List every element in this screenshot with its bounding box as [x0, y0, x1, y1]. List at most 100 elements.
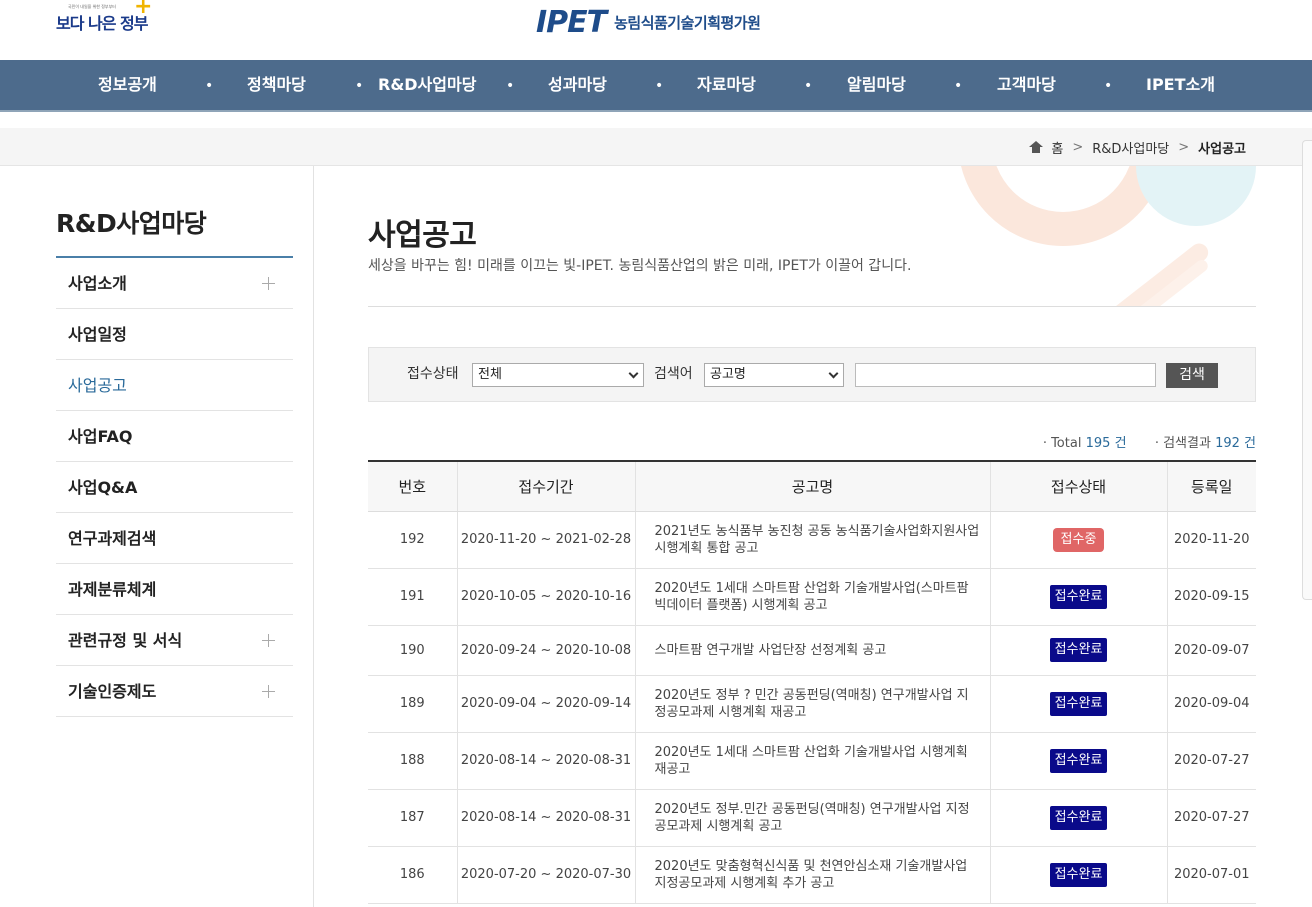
table-row[interactable]: 192 2020-11-20 ~ 2021-02-28 2021년도 농식품부 농진… — [368, 511, 1256, 569]
side-nav-item[interactable]: 기술인증제도 — [56, 666, 293, 717]
status-badge: 접수완료 — [1049, 805, 1108, 830]
gov-logo[interactable]: 국민이 내일을 위한 정부부터 보다 나은 정부 + — [54, 0, 153, 44]
row-period: 2020-11-20 ~ 2021-02-28 — [456, 511, 635, 569]
row-number: 190 — [368, 625, 457, 676]
keyword-type-value: 공고명 — [710, 367, 746, 382]
row-number: 186 — [368, 846, 457, 904]
decorative-graphic — [940, 166, 1256, 306]
result-count: 192 — [1215, 436, 1240, 451]
deco-circle — [1136, 166, 1256, 226]
chevron-down-icon — [828, 368, 839, 379]
result-unit: 건 — [1244, 436, 1256, 451]
side-nav-title: R&D사업마당 — [56, 166, 293, 258]
row-date: 2020-09-07 — [1166, 625, 1256, 676]
row-status-cell: 접수완료 — [989, 846, 1167, 904]
side-nav-item[interactable]: 과제분류체계 — [56, 564, 293, 615]
total-prefix: · Total — [1042, 436, 1082, 451]
nav-separator-icon: • — [1104, 78, 1113, 94]
plus-icon[interactable] — [262, 277, 275, 290]
row-date: 2020-07-27 — [1166, 789, 1256, 847]
plus-icon[interactable] — [262, 685, 275, 698]
table-header-cell: 등록일 — [1166, 460, 1256, 512]
search-button[interactable]: 검색 — [1166, 363, 1218, 388]
table-row[interactable]: 190 2020-09-24 ~ 2020-10-08 스마트팜 연구개발 사업단장… — [368, 625, 1256, 676]
status-filter-label: 접수상태 — [407, 366, 459, 382]
breadcrumb-level1[interactable]: R&D사업마당 — [1092, 138, 1169, 157]
row-period: 2020-09-04 ~ 2020-09-14 — [456, 675, 635, 733]
side-nav-item-label: 사업FAQ — [68, 427, 133, 446]
nav-separator-icon: • — [655, 78, 664, 94]
side-nav-item[interactable]: 관련규정 및 서식 — [56, 615, 293, 666]
side-nav-item[interactable]: 연구과제검색 — [56, 513, 293, 564]
plus-icon[interactable] — [262, 634, 275, 647]
row-title-link[interactable]: 2020년도 1세대 스마트팜 산업화 기술개발사업 시행계획 재공고 — [634, 732, 990, 790]
side-nav-item[interactable]: 사업일정 — [56, 309, 293, 360]
breadcrumb-home[interactable]: 홈 — [1051, 138, 1063, 157]
ipet-logo[interactable]: IPET 농림식품기술기획평가원 — [536, 2, 761, 42]
nav-item[interactable]: 정보공개 — [98, 60, 157, 110]
page-title: 사업공고 — [368, 218, 477, 253]
table-row[interactable]: 187 2020-08-14 ~ 2020-08-31 2020년도 정부.민간 공… — [368, 789, 1256, 847]
search-panel: 접수상태 전체 검색어 공고명 검색 — [368, 347, 1256, 402]
nav-item[interactable]: 고객마당 — [997, 60, 1056, 110]
status-badge: 접수완료 — [1049, 748, 1108, 773]
table-body: 192 2020-11-20 ~ 2021-02-28 2021년도 농식품부 농진… — [368, 511, 1256, 904]
gov-plus-icon: + — [134, 0, 153, 19]
side-nav-item[interactable]: 사업Q&A — [56, 462, 293, 513]
table-row[interactable]: 186 2020-07-20 ~ 2020-07-30 2020년도 맞춤형혁신식품… — [368, 846, 1256, 904]
side-navigation: R&D사업마당 사업소개 사업일정 사업공고사업FAQ 사업Q&A 연구과제검색 과제분류… — [56, 166, 293, 717]
nav-item[interactable]: 정책마당 — [247, 60, 306, 110]
side-nav-item-label: 관련규정 및 서식 — [68, 631, 183, 650]
ipet-logo-mark: IPET — [536, 4, 607, 40]
breadcrumb: 홈 > R&D사업마당 > 사업공고 — [1029, 128, 1246, 166]
side-nav-item[interactable]: 사업소개 — [56, 258, 293, 309]
keyword-type-select[interactable]: 공고명 — [704, 363, 844, 387]
nav-separator-icon: • — [954, 78, 963, 94]
table-row[interactable]: 188 2020-08-14 ~ 2020-08-31 2020년도 1세대 스마트… — [368, 732, 1256, 790]
status-badge: 접수완료 — [1049, 691, 1108, 716]
status-badge: 접수완료 — [1049, 638, 1108, 662]
status-badge: 접수완료 — [1049, 862, 1108, 887]
scrollbar[interactable] — [1302, 140, 1312, 600]
table-row[interactable]: 191 2020-10-05 ~ 2020-10-16 2020년도 1세대 스마트… — [368, 568, 1256, 626]
search-input[interactable] — [855, 363, 1156, 387]
row-number: 192 — [368, 511, 457, 569]
side-nav-item[interactable]: 사업공고 — [56, 360, 293, 411]
side-nav-item[interactable]: 사업FAQ — [56, 411, 293, 462]
side-nav-item-label: 기술인증제도 — [68, 682, 157, 701]
side-nav-list: 사업소개 사업일정 사업공고사업FAQ 사업Q&A 연구과제검색 과제분류체계관련규정 및… — [56, 258, 293, 717]
row-date: 2020-09-15 — [1166, 568, 1256, 626]
row-title-link[interactable]: 2020년도 정부.민간 공동펀딩(역매칭) 연구개발사업 지정공모과제 시행계… — [634, 789, 990, 847]
result-totals: · Total 195 건 · 검색결과 192 건 — [1043, 432, 1256, 451]
row-title-link[interactable]: 2020년도 정부 ? 민간 공동펀딩(역매칭) 연구개발사업 지정공모과제 시… — [634, 675, 990, 733]
table-row[interactable]: 189 2020-09-04 ~ 2020-09-14 2020년도 정부 ? 민간… — [368, 675, 1256, 733]
status-badge: 접수완료 — [1049, 584, 1108, 609]
row-title-link[interactable]: 2020년도 맞춤형혁신식품 및 천연안심소재 기술개발사업 지정공모과제 시행… — [634, 846, 990, 904]
result-prefix: · 검색결과 — [1154, 436, 1211, 451]
breadcrumb-bar: 홈 > R&D사업마당 > 사업공고 — [0, 128, 1312, 166]
row-date: 2020-11-20 — [1166, 511, 1256, 569]
nav-item[interactable]: R&D사업마당 — [378, 60, 476, 110]
row-date: 2020-09-04 — [1166, 675, 1256, 733]
main-navigation: 정보공개 정책마당 R&D사업마당 성과마당 자료마당 알림마당 고객마당 IPET소개 • • •… — [0, 60, 1312, 112]
row-period: 2020-09-24 ~ 2020-10-08 — [456, 625, 635, 676]
table-header-cell: 공고명 — [634, 460, 990, 512]
nav-item[interactable]: 알림마당 — [847, 60, 906, 110]
side-divider — [313, 166, 314, 907]
nav-item[interactable]: 자료마당 — [697, 60, 756, 110]
breadcrumb-current: 사업공고 — [1198, 141, 1246, 157]
row-status-cell: 접수완료 — [989, 568, 1167, 626]
main-nav-list: 정보공개 정책마당 R&D사업마당 성과마당 자료마당 알림마당 고객마당 IPET소개 • • •… — [54, 60, 1258, 110]
nav-separator-icon: • — [506, 78, 515, 94]
row-title-link[interactable]: 2020년도 1세대 스마트팜 산업화 기술개발사업(스마트팜 빅데이터 플랫폼… — [634, 568, 990, 626]
row-title-link[interactable]: 스마트팜 연구개발 사업단장 선정계획 공고 — [634, 625, 990, 676]
nav-separator-icon: • — [205, 78, 214, 94]
status-filter-select[interactable]: 전체 — [472, 363, 644, 387]
nav-item[interactable]: IPET소개 — [1146, 60, 1215, 110]
home-icon[interactable] — [1029, 141, 1044, 153]
nav-item[interactable]: 성과마당 — [548, 60, 607, 110]
ipet-org-name: 농림식품기술기획평가원 — [614, 13, 761, 32]
deco-bar — [1098, 239, 1212, 306]
row-title-link[interactable]: 2021년도 농식품부 농진청 공동 농식품기술사업화지원사업 시행계획 통합 … — [634, 511, 990, 569]
row-number: 188 — [368, 732, 457, 790]
